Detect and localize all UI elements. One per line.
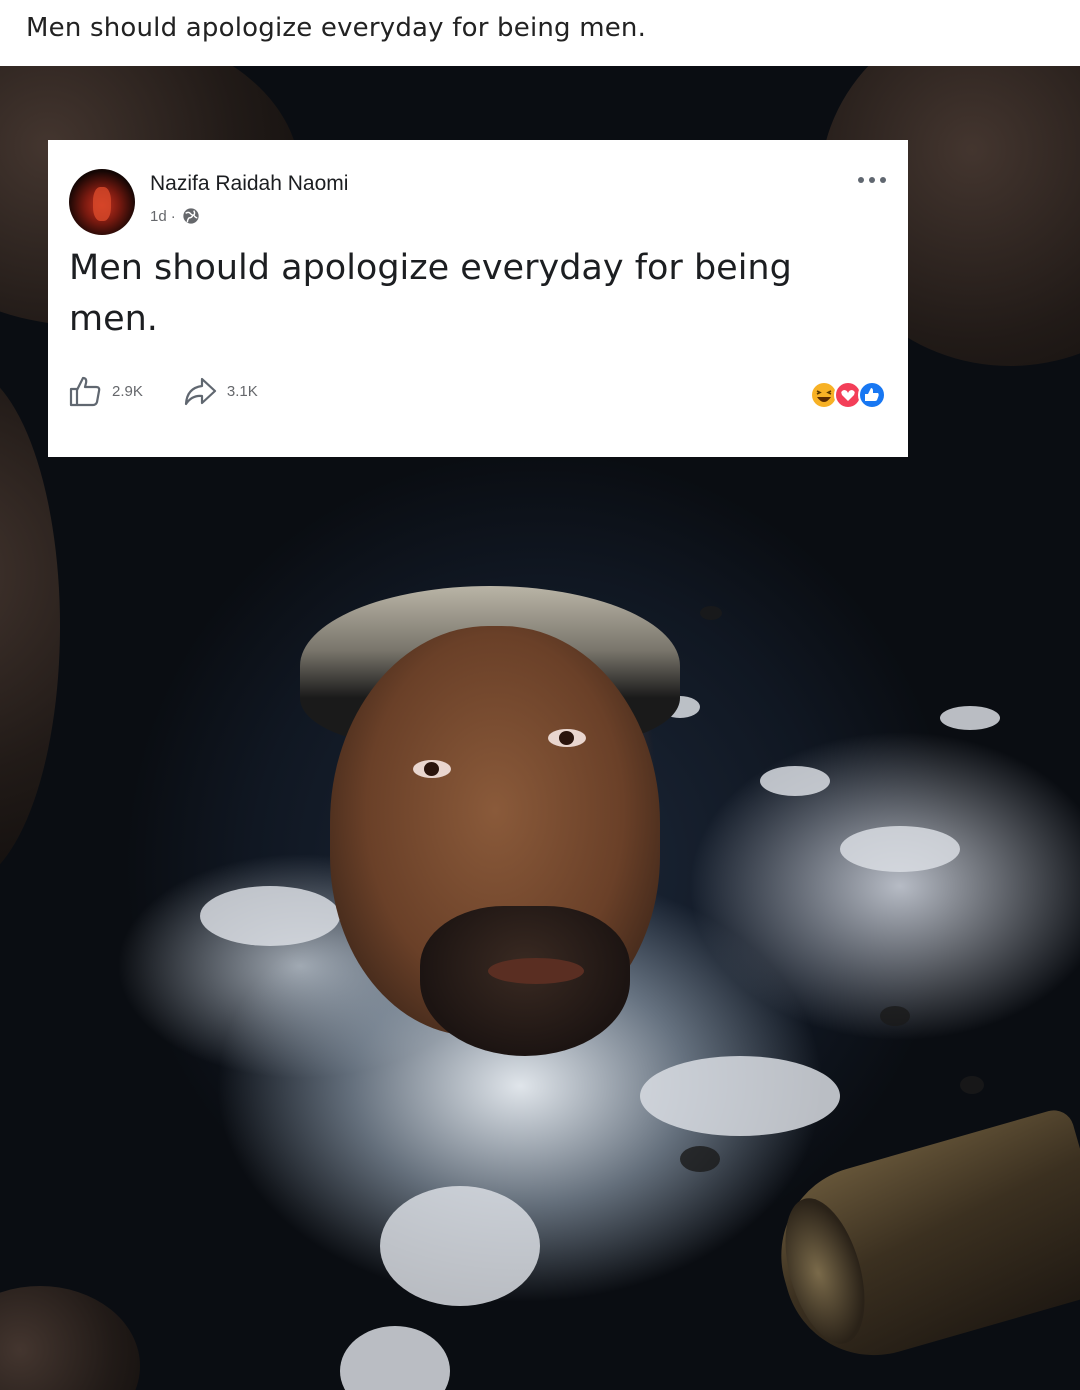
water-reflection <box>760 766 830 796</box>
caption-text: Men should apologize everyday for being … <box>26 13 647 43</box>
like-button[interactable]: 2.9K <box>68 374 143 408</box>
author-name[interactable]: Nazifa Raidah Naomi <box>150 172 348 196</box>
like-reaction-icon <box>858 381 886 409</box>
water-reflection <box>380 1186 540 1306</box>
water-reflection <box>200 886 340 946</box>
avatar[interactable] <box>69 169 135 235</box>
share-button[interactable]: 3.1K <box>183 374 258 408</box>
post-meta: 1d · <box>150 207 200 225</box>
post-actions: 2.9K 3.1K <box>68 374 298 408</box>
water-reflection <box>840 826 960 872</box>
debris <box>960 1076 984 1094</box>
caption-bar: Men should apologize everyday for being … <box>0 0 1080 67</box>
water-reflection <box>640 1056 840 1136</box>
thumbs-up-icon <box>69 376 101 407</box>
love-reaction-icon <box>834 381 862 409</box>
mouth <box>488 958 584 984</box>
debris <box>700 606 722 620</box>
reactions-summary[interactable] <box>810 380 888 410</box>
post-time[interactable]: 1d <box>150 208 167 225</box>
left-eye <box>413 760 451 778</box>
share-arrow-icon <box>184 377 216 406</box>
globe-icon <box>183 208 199 224</box>
debris <box>680 1146 720 1172</box>
like-count: 2.9K <box>112 382 143 400</box>
meta-separator: · <box>170 207 176 225</box>
facebook-post-card: Nazifa Raidah Naomi 1d · Men should apol… <box>48 140 908 457</box>
water-reflection <box>340 1326 450 1390</box>
debris <box>880 1006 910 1026</box>
manhole-rim-bottom-left <box>0 1286 140 1390</box>
share-count: 3.1K <box>226 382 258 400</box>
more-options-icon[interactable] <box>856 170 888 190</box>
right-eye <box>548 729 586 747</box>
water-reflection <box>940 706 1000 730</box>
haha-reaction-icon <box>810 381 838 409</box>
post-text: Men should apologize everyday for being … <box>69 248 792 339</box>
